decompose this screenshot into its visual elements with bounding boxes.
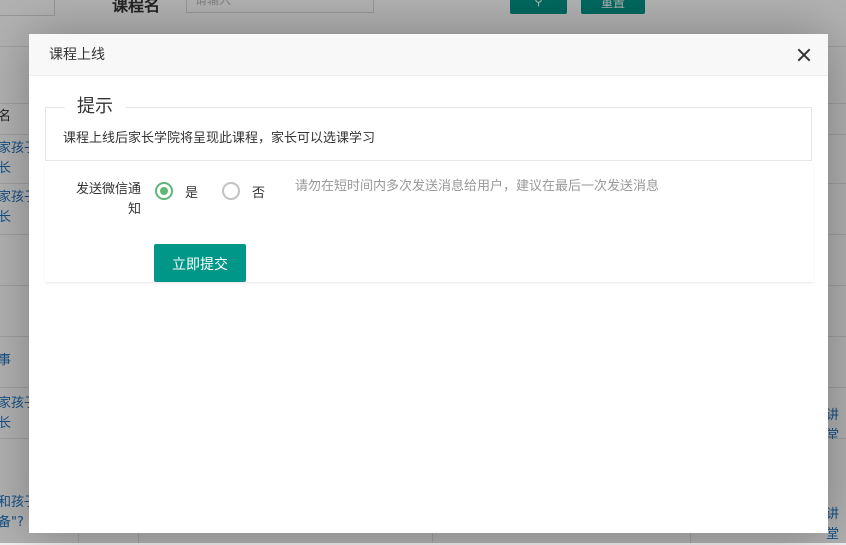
dialog-header: 课程上线 <box>29 34 828 76</box>
notify-hint: 请勿在短时间内多次发送消息给用户，建议在最后一次发送消息 <box>295 179 660 194</box>
radio-label: 是 <box>185 185 199 201</box>
radio-yes[interactable]: 是 <box>155 180 198 202</box>
publish-course-dialog: 课程上线 提示 课程上线后家长学院将呈现此课程，家长可以选课学习 发送微信通知 … <box>29 34 828 533</box>
close-icon[interactable] <box>797 48 811 62</box>
radio-checked-icon <box>155 182 173 200</box>
wechat-notify-label: 发送微信通知 <box>75 182 141 217</box>
radio-no[interactable]: 否 <box>222 180 265 202</box>
tip-text: 课程上线后家长学院将呈现此课程，家长可以选课学习 <box>63 131 376 146</box>
radio-unchecked-icon <box>222 182 240 200</box>
radio-label: 否 <box>252 185 266 201</box>
dialog-title: 课程上线 <box>49 47 105 63</box>
submit-button[interactable]: 立即提交 <box>154 244 246 282</box>
